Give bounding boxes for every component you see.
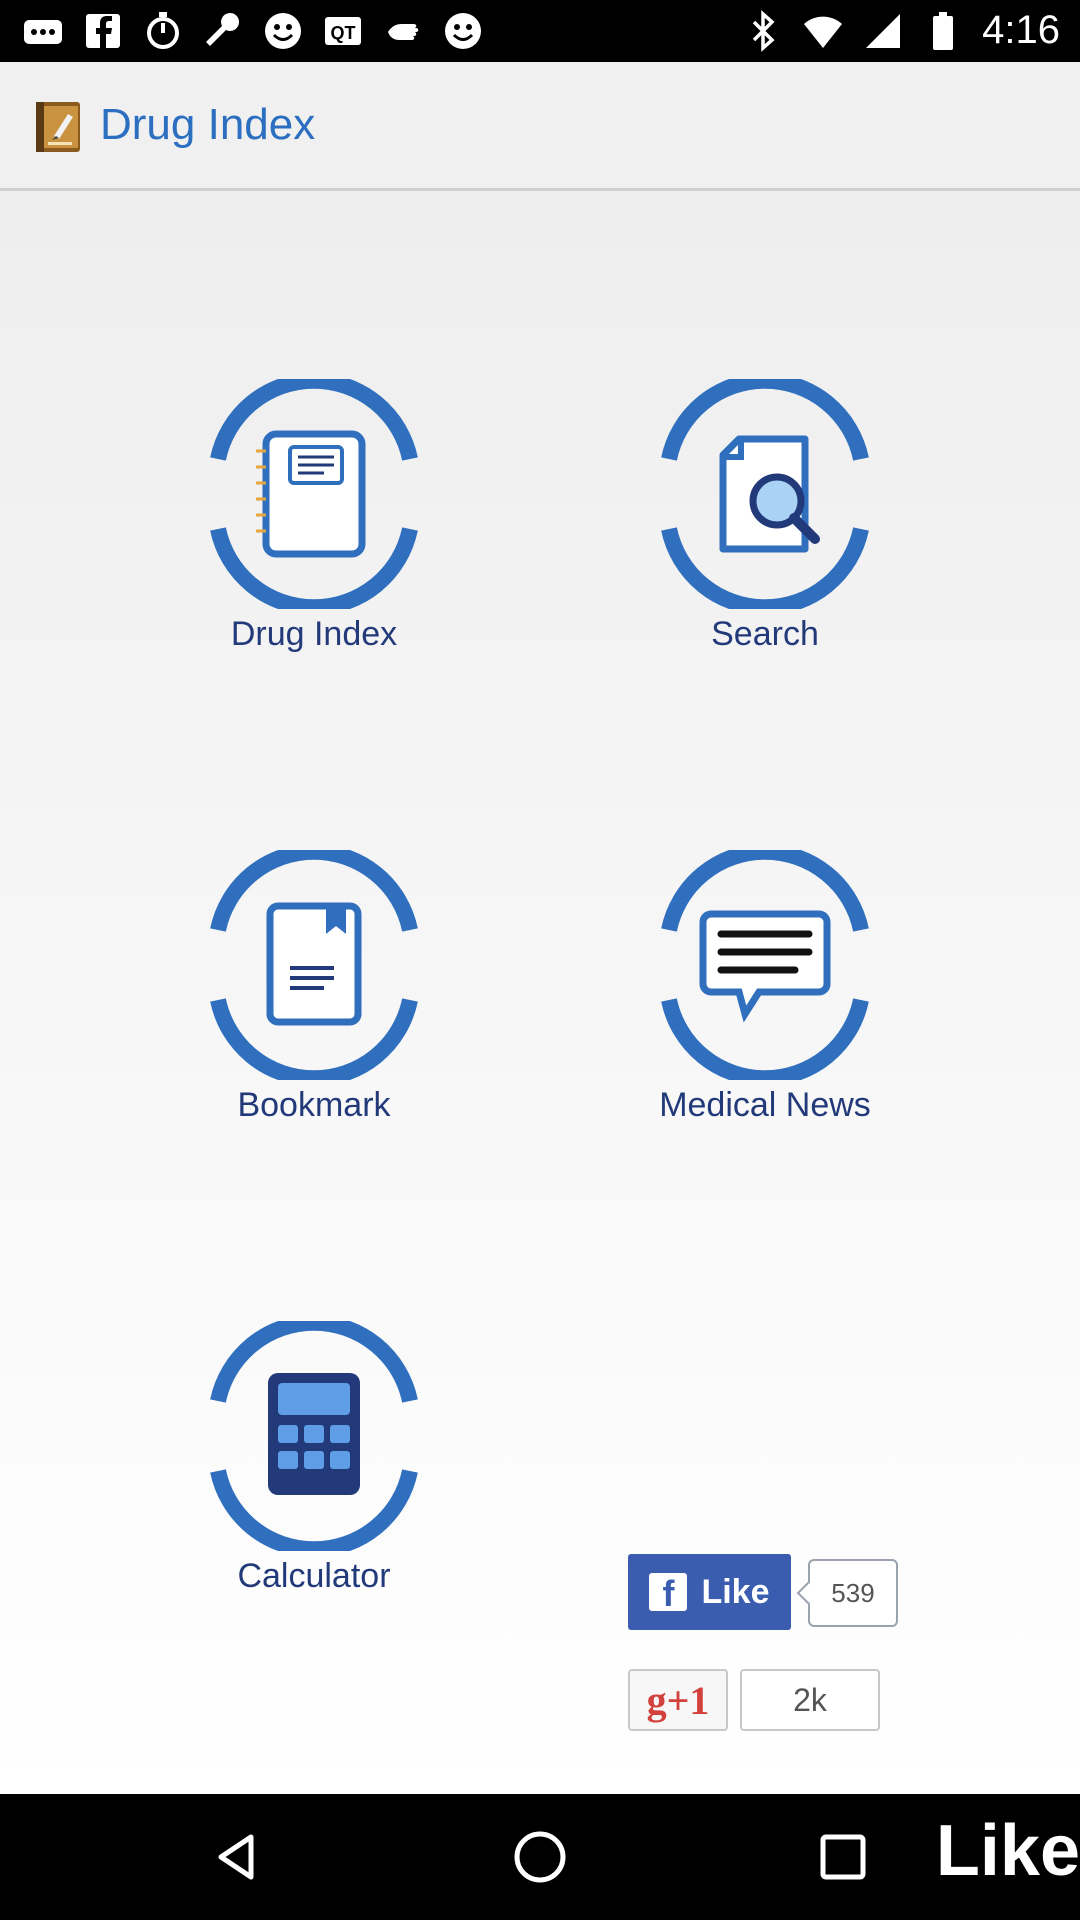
nav-like-text: Like	[935, 1811, 1080, 1891]
drug-index-logo-icon	[32, 100, 86, 154]
app-title: Drug Index	[100, 100, 316, 149]
chat-bubble-icon	[661, 850, 869, 1080]
signal-icon	[862, 10, 904, 52]
bookmark-label: Bookmark	[237, 1086, 391, 1124]
bookmark-document-icon	[210, 850, 418, 1080]
app-bar: Drug Index	[0, 62, 1080, 191]
more-icon	[22, 10, 64, 52]
facebook-like-button[interactable]: f Like	[628, 1554, 791, 1630]
bookmark-button[interactable]: Bookmark	[164, 850, 464, 1125]
facebook-like-count: 539	[808, 1559, 898, 1627]
facebook-icon: f	[649, 1573, 688, 1612]
home-icon[interactable]	[510, 1827, 570, 1887]
battery-icon	[922, 10, 964, 52]
status-bar: QT 4:16	[0, 0, 1080, 62]
search-button[interactable]: Search	[615, 379, 915, 654]
timer-icon	[142, 10, 184, 52]
google-plus-count: 2k	[740, 1669, 880, 1731]
svg-text:QT: QT	[331, 23, 356, 43]
smiley-icon	[442, 10, 484, 52]
drug-index-button[interactable]: Drug Index	[164, 379, 464, 654]
hand-icon	[382, 10, 424, 52]
wrench-icon	[202, 10, 244, 52]
qt-icon: QT	[322, 10, 364, 52]
calculator-label: Calculator	[237, 1557, 391, 1595]
facebook-like-label: Like	[701, 1572, 770, 1611]
status-time: 4:16	[982, 8, 1060, 52]
facebook-icon	[82, 10, 124, 52]
navigation-bar: Like	[0, 1794, 1080, 1920]
medical-news-label: Medical News	[659, 1086, 871, 1124]
calculator-button[interactable]: Calculator	[164, 1321, 464, 1596]
recent-apps-icon[interactable]	[813, 1827, 873, 1887]
smiley-icon	[262, 10, 304, 52]
calculator-icon	[210, 1321, 418, 1551]
back-icon[interactable]	[207, 1827, 267, 1887]
document-search-icon	[661, 379, 869, 609]
medical-news-button[interactable]: Medical News	[615, 850, 915, 1125]
search-label: Search	[711, 615, 819, 653]
google-plus-one-button[interactable]: g+1	[628, 1669, 728, 1731]
bluetooth-icon	[742, 9, 784, 52]
main-content: Drug Index Search Bookmark Medical News …	[0, 191, 1080, 1794]
drug-index-label: Drug Index	[230, 615, 398, 653]
notebook-icon	[210, 379, 418, 609]
wifi-icon	[802, 10, 844, 52]
